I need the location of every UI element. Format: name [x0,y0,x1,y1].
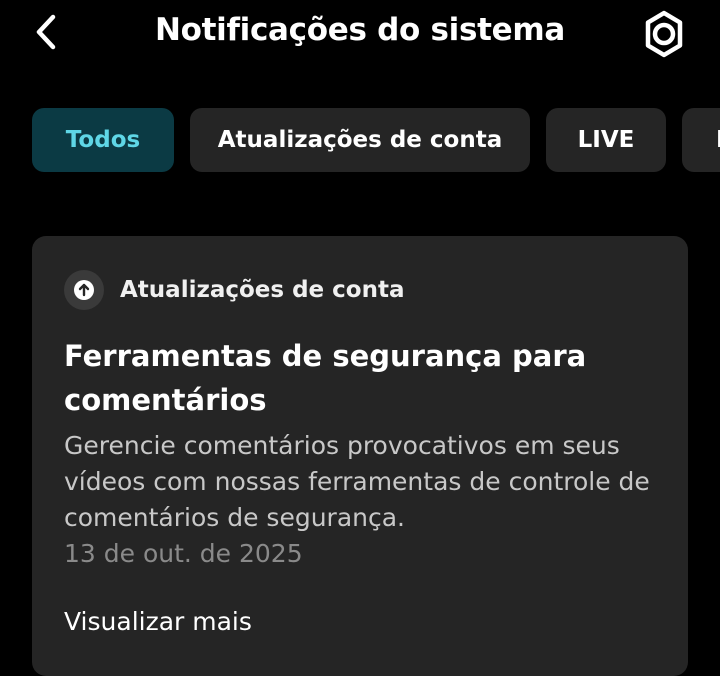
settings-button[interactable] [636,8,692,60]
notification-date: 13 de out. de 2025 [64,539,303,568]
see-more-link[interactable]: Visualizar mais [64,604,252,640]
gear-icon [645,10,683,58]
notification-body: Gerencie comentários provocativos em seu… [64,431,650,532]
arrow-up-circle-icon [64,270,104,310]
header: Notificações do sistema [0,0,720,70]
card-category: Atualizações de conta [64,270,405,310]
tab-live[interactable]: LIVE [546,108,666,172]
filter-tabs: Todos Atualizações de conta LIVE P [0,108,720,172]
category-label: Atualizações de conta [120,277,405,303]
tab-todos[interactable]: Todos [32,108,174,172]
notification-title: Ferramentas de segurança para comentário… [64,339,587,417]
tab-atualizacoes-de-conta[interactable]: Atualizações de conta [190,108,530,172]
notification-card[interactable]: Atualizações de conta Ferramentas de seg… [32,236,688,676]
tab-partial[interactable]: P [682,108,720,172]
page-title: Notificações do sistema [154,12,565,48]
